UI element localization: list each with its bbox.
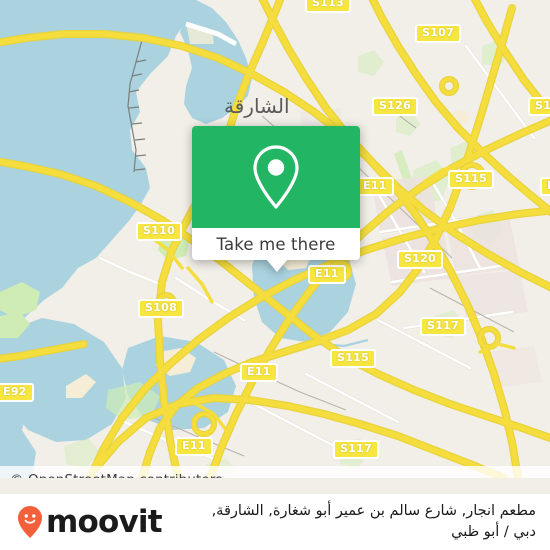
road-shield: S117 [420, 317, 467, 336]
location-address: مطعم انجار, شارع سالم بن عمير أبو شغارة,… [162, 501, 550, 543]
road-shield: S108 [138, 299, 185, 318]
road-shield: S113 [305, 0, 352, 13]
location-pin-icon [253, 145, 299, 209]
road-shield: E11 [540, 177, 550, 196]
footer-bar: moovit مطعم انجار, شارع سالم بن عمير أبو… [0, 494, 550, 550]
road-shield: S115 [330, 349, 377, 368]
road-shield: S115 [448, 170, 495, 189]
map-attribution: © OpenStreetMap contributors [0, 466, 550, 478]
map-place-label-sharjah: الشارقة [224, 94, 290, 118]
road-shield: S110 [136, 222, 183, 241]
moovit-map-screen: .w { fill:#aad3df; } .pk { fill:#cfecb5;… [0, 0, 550, 550]
road-shield: E11 [308, 265, 346, 284]
moovit-brand[interactable]: moovit [0, 504, 163, 540]
address-line-2: دبي / أبو ظبي [451, 524, 536, 540]
card-header [192, 126, 360, 228]
road-shield: E11 [356, 177, 394, 196]
address-line-1: مطعم انجار, شارع سالم بن عمير أبو شغارة,… [211, 503, 536, 519]
road-shield: S117 [333, 440, 380, 459]
road-shield: E11 [175, 437, 213, 456]
moovit-wordmark: moovit [46, 504, 163, 540]
road-shield: E11 [240, 363, 278, 382]
road-shield: S126 [372, 97, 419, 116]
road-shield: S107 [415, 24, 462, 43]
road-shield: E92 [0, 383, 34, 402]
take-me-there-label: Take me there [216, 234, 336, 254]
card-footer[interactable]: Take me there [192, 228, 360, 260]
card-pointer-tail [266, 259, 288, 272]
take-me-there-card[interactable]: Take me there [192, 126, 360, 272]
road-shield: S130 [528, 97, 550, 116]
moovit-smiley-pin-icon [18, 506, 42, 538]
road-shield: S120 [397, 250, 444, 269]
